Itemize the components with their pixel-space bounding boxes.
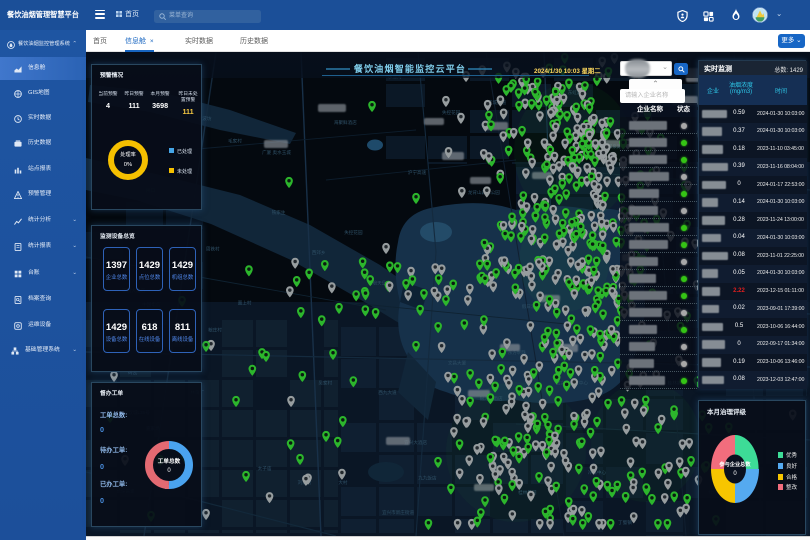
svg-text:粮庄村: 粮庄村 (208, 327, 222, 334)
svg-text:丁蜀镇: 丁蜀镇 (618, 519, 632, 526)
svg-text:失控花园: 失控花园 (344, 229, 363, 236)
svg-text:周铁村: 周铁村 (206, 245, 220, 252)
svg-text:广厦 奥水玉城: 广厦 奥水玉城 (262, 149, 291, 156)
svg-text:西九大道: 西九大道 (378, 389, 397, 396)
svg-text:文昌大厦: 文昌大厦 (448, 359, 467, 366)
svg-text:九九饭店: 九九饭店 (418, 475, 437, 482)
svg-text:吴家村: 吴家村 (318, 379, 332, 386)
svg-text:大村: 大村 (338, 479, 348, 486)
svg-text:置上村: 置上村 (238, 299, 252, 306)
svg-text:海聚鲜酒店: 海聚鲜酒店 (334, 119, 357, 126)
svg-text:铁家生: 铁家生 (272, 209, 286, 216)
svg-text:西郊乡: 西郊乡 (312, 249, 326, 256)
svg-text:宜兴市新庄街道: 宜兴市新庄街道 (382, 509, 414, 516)
svg-text:毛家村: 毛家村 (228, 137, 242, 143)
svg-text:太子庙: 太子庙 (258, 465, 272, 472)
svg-text:沪宁高速: 沪宁高速 (408, 169, 427, 176)
